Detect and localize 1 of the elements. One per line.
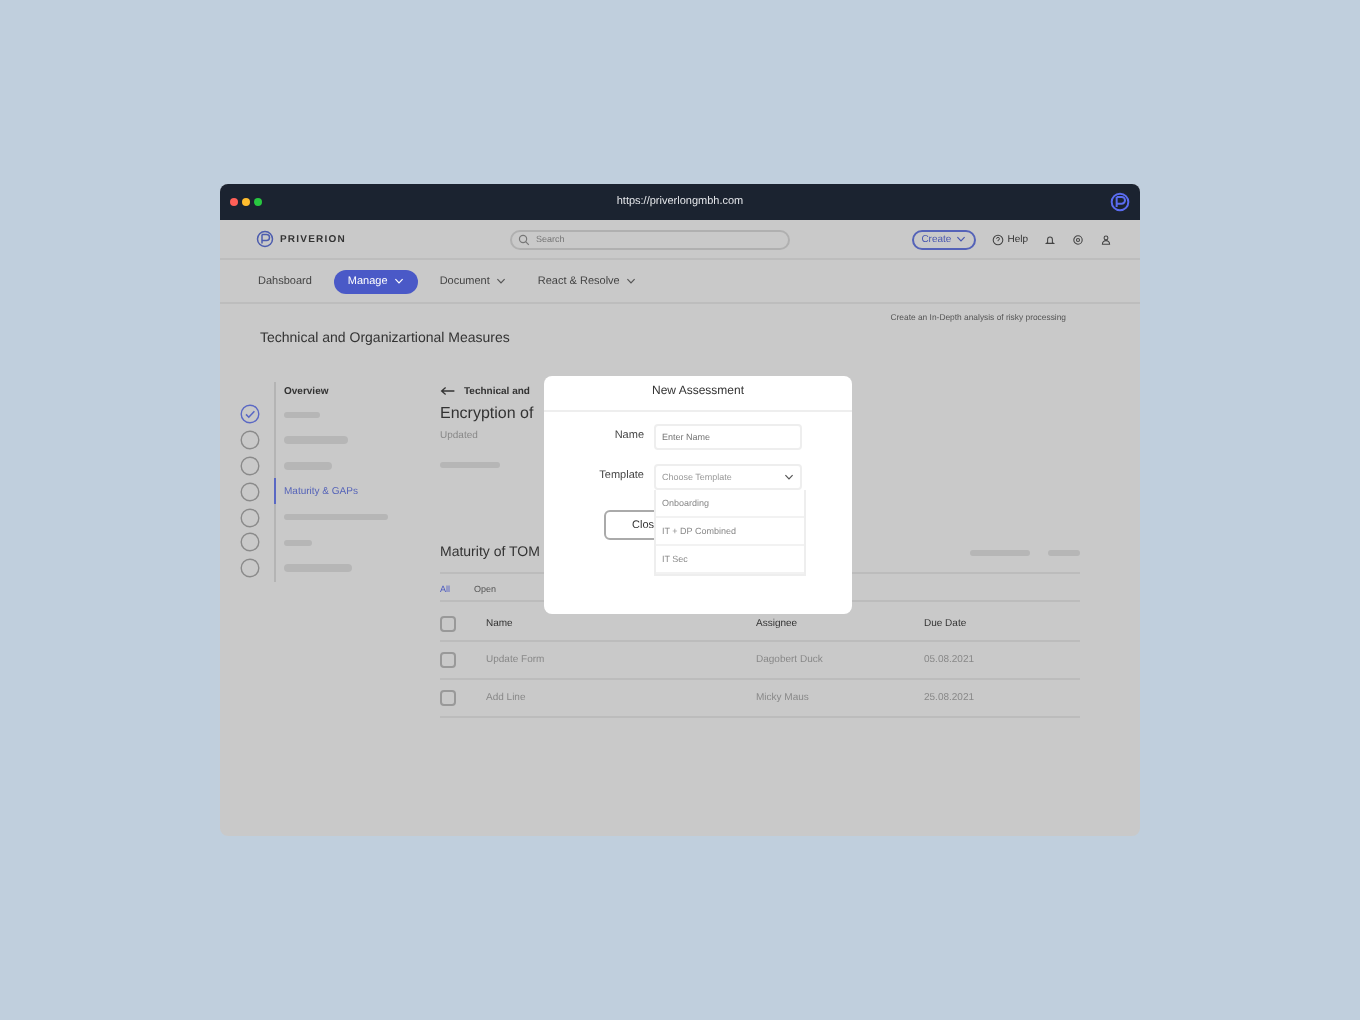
detail-title: Encryption of xyxy=(440,404,534,422)
